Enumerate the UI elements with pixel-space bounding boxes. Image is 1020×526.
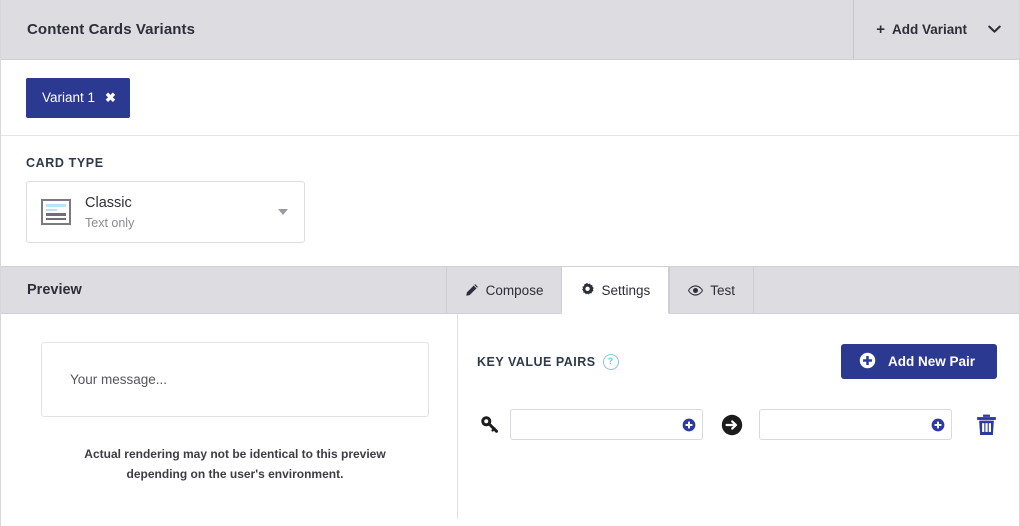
plus-icon: + — [876, 21, 885, 38]
help-icon[interactable]: ? — [602, 353, 619, 370]
variant-tabs-row: Variant 1 ✖ — [1, 60, 1019, 136]
preview-disclaimer: Actual rendering may not be identical to… — [84, 447, 386, 482]
close-icon[interactable]: ✖ — [105, 91, 116, 104]
tab-compose-label: Compose — [485, 282, 544, 298]
add-variant-button[interactable]: + Add Variant — [853, 0, 1019, 59]
variant-chip-label: Variant 1 — [42, 90, 96, 105]
card-type-name: Classic — [85, 194, 132, 211]
card-type-select[interactable]: Classic Text only — [26, 181, 305, 243]
preview-message-placeholder: Your message... — [70, 372, 168, 387]
value-input[interactable] — [759, 409, 952, 440]
eye-icon — [688, 284, 704, 297]
page-header: Content Cards Variants + Add Variant — [1, 0, 1019, 60]
key-input[interactable] — [510, 409, 703, 440]
settings-pane: KEY VALUE PAIRS ? Add New Pair — [458, 314, 1020, 519]
delete-pair-button[interactable] — [976, 414, 997, 436]
content-body: Your message... Actual rendering may not… — [1, 314, 1019, 519]
key-value-pair-row — [477, 409, 997, 440]
tab-compose[interactable]: Compose — [445, 267, 562, 313]
trash-icon — [976, 414, 997, 439]
card-type-section: CARD TYPE Classic Text only — [1, 136, 1019, 266]
key-insert-plus-icon[interactable] — [682, 418, 696, 432]
card-type-label: CARD TYPE — [26, 156, 104, 170]
preview-pane: Your message... Actual rendering may not… — [1, 314, 458, 519]
caret-down-icon[interactable] — [278, 209, 288, 215]
key-value-pairs-label: KEY VALUE PAIRS — [477, 354, 596, 369]
variant-chip-1[interactable]: Variant 1 ✖ — [26, 77, 130, 118]
preview-title: Preview — [27, 282, 82, 298]
value-insert-plus-icon[interactable] — [931, 418, 945, 432]
preview-message-box: Your message... — [41, 342, 429, 417]
tabs-filler — [753, 267, 1019, 313]
tab-test-label: Test — [710, 282, 735, 298]
tab-settings-label: Settings — [601, 282, 651, 298]
tab-test[interactable]: Test — [669, 267, 753, 313]
tab-settings[interactable]: Settings — [561, 267, 670, 314]
content-cards-variants-page: Content Cards Variants + Add Variant Var… — [0, 0, 1020, 526]
add-variant-label: Add Variant — [891, 22, 967, 37]
arrow-right-circle-icon[interactable] — [721, 414, 743, 436]
card-type-subtitle: Text only — [85, 216, 135, 231]
chevron-down-icon[interactable] — [988, 23, 1001, 36]
value-input-wrap — [759, 409, 952, 440]
add-new-pair-label: Add New Pair — [887, 354, 975, 369]
plus-circle-icon — [859, 352, 876, 372]
classic-card-icon — [41, 199, 71, 225]
key-value-pairs-header: KEY VALUE PAIRS ? Add New Pair — [477, 344, 997, 379]
key-input-wrap — [501, 409, 703, 440]
key-icon — [477, 415, 501, 434]
add-new-pair-button[interactable]: Add New Pair — [840, 344, 997, 379]
card-type-selected-text: Classic Text only — [85, 193, 278, 231]
pencil-icon — [465, 283, 479, 297]
preview-tabs-bar: Preview Compose Settings Test — [1, 266, 1019, 314]
key-value-pairs-label-group: KEY VALUE PAIRS ? — [477, 353, 619, 370]
page-title: Content Cards Variants — [27, 21, 196, 38]
gear-icon — [580, 283, 595, 297]
